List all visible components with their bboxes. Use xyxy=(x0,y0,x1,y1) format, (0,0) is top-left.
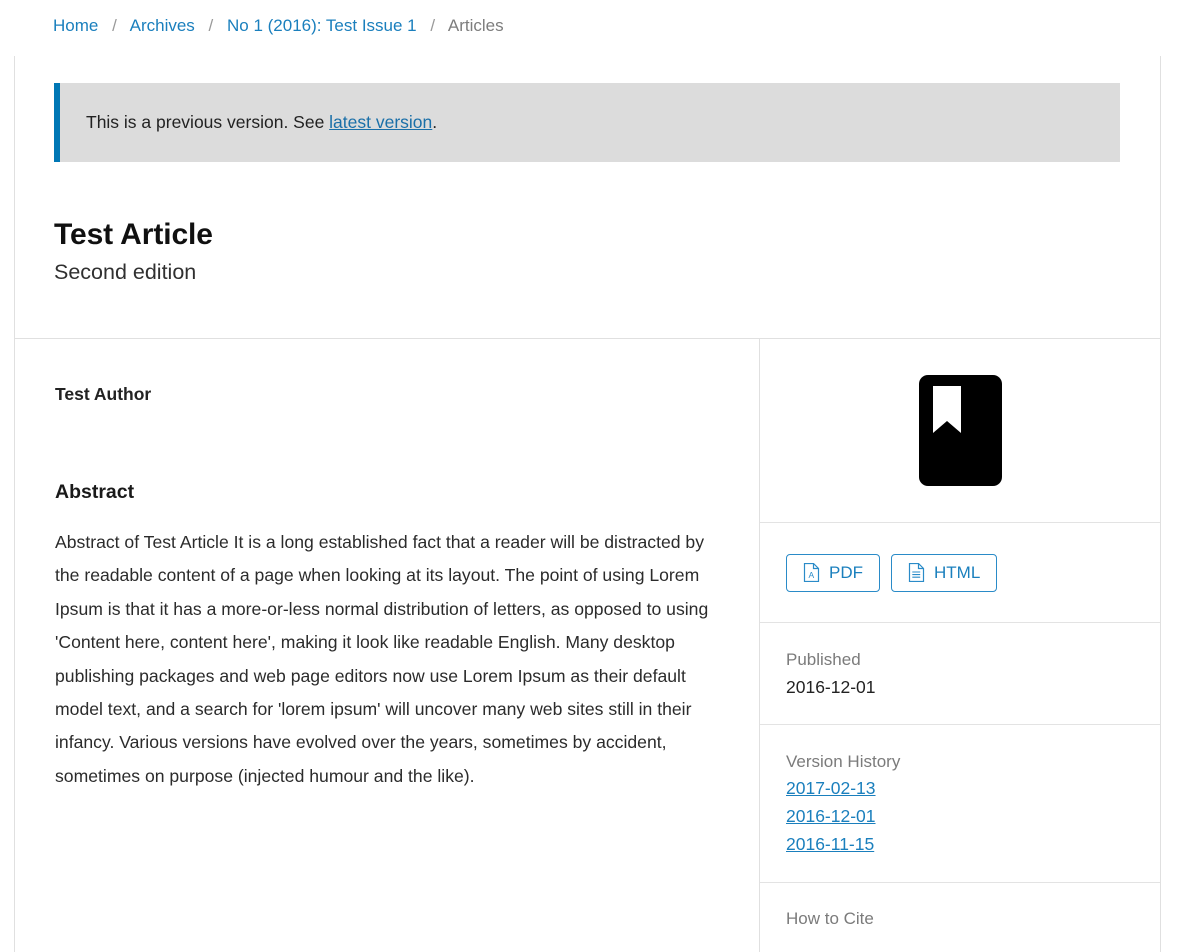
notice-text-after: . xyxy=(432,112,438,132)
article-page: Home / Archives / No 1 (2016): Test Issu… xyxy=(0,0,1182,952)
svg-text:A: A xyxy=(808,570,814,580)
list-item: 2017-02-13 xyxy=(786,775,1134,803)
html-galley-label: HTML xyxy=(934,562,981,582)
published-block: Published 2016-12-01 xyxy=(760,623,1160,725)
version-link[interactable]: 2017-02-13 xyxy=(786,778,876,798)
breadcrumb-item-current: Articles xyxy=(447,16,504,35)
version-history-list: 2017-02-13 2016-12-01 2016-11-15 xyxy=(786,775,1134,859)
article-header: Test Article Second edition xyxy=(54,216,1120,286)
breadcrumb-separator: / xyxy=(112,16,117,35)
version-history-label: Version History xyxy=(786,752,901,771)
notice-text: This is a previous version. See latest v… xyxy=(60,112,437,133)
list-item: 2016-12-01 xyxy=(786,803,1134,831)
page-container: This is a previous version. See latest v… xyxy=(14,56,1161,952)
breadcrumb-separator: / xyxy=(208,16,214,35)
html-galley-button[interactable]: HTML xyxy=(891,553,998,592)
pdf-galley-label: PDF xyxy=(829,562,863,582)
main-column: Test Author Abstract Abstract of Test Ar… xyxy=(15,339,759,952)
notice-text-before: This is a previous version. See xyxy=(86,112,330,132)
article-subtitle: Second edition xyxy=(54,260,197,284)
page-title: Test Article xyxy=(54,218,213,251)
previous-version-notice: This is a previous version. See latest v… xyxy=(54,83,1120,162)
version-link[interactable]: 2016-11-15 xyxy=(786,834,874,854)
sidebar: A PDF HTML Published 2016-12-01 Version … xyxy=(759,339,1160,952)
issue-cover[interactable] xyxy=(760,339,1160,523)
how-to-cite-label: How to Cite xyxy=(786,909,874,928)
html-file-icon xyxy=(908,563,925,582)
published-date: 2016-12-01 xyxy=(786,677,876,697)
abstract-heading: Abstract xyxy=(55,481,135,503)
galley-links: A PDF HTML xyxy=(760,523,1160,623)
pdf-galley-button[interactable]: A PDF xyxy=(786,553,880,592)
version-history-block: Version History 2017-02-13 2016-12-01 20… xyxy=(760,725,1160,883)
breadcrumb-separator: / xyxy=(430,16,436,35)
pdf-file-icon: A xyxy=(803,563,820,582)
abstract-text: Abstract of Test Article It is a long es… xyxy=(55,532,709,786)
latest-version-link[interactable]: latest version xyxy=(329,112,432,132)
article-body: Test Author Abstract Abstract of Test Ar… xyxy=(15,339,1160,952)
article-author: Test Author xyxy=(55,384,152,404)
breadcrumb-item-archives[interactable]: Archives xyxy=(130,16,195,35)
version-link[interactable]: 2016-12-01 xyxy=(786,806,876,826)
published-label: Published xyxy=(786,650,861,669)
how-to-cite-block: How to Cite xyxy=(760,883,1160,929)
list-item: 2016-11-15 xyxy=(786,831,1134,859)
breadcrumb: Home / Archives / No 1 (2016): Test Issu… xyxy=(53,13,504,39)
breadcrumb-item-home[interactable]: Home xyxy=(53,16,98,35)
breadcrumb-item-issue[interactable]: No 1 (2016): Test Issue 1 xyxy=(227,16,417,35)
book-cover-icon xyxy=(918,375,1002,486)
